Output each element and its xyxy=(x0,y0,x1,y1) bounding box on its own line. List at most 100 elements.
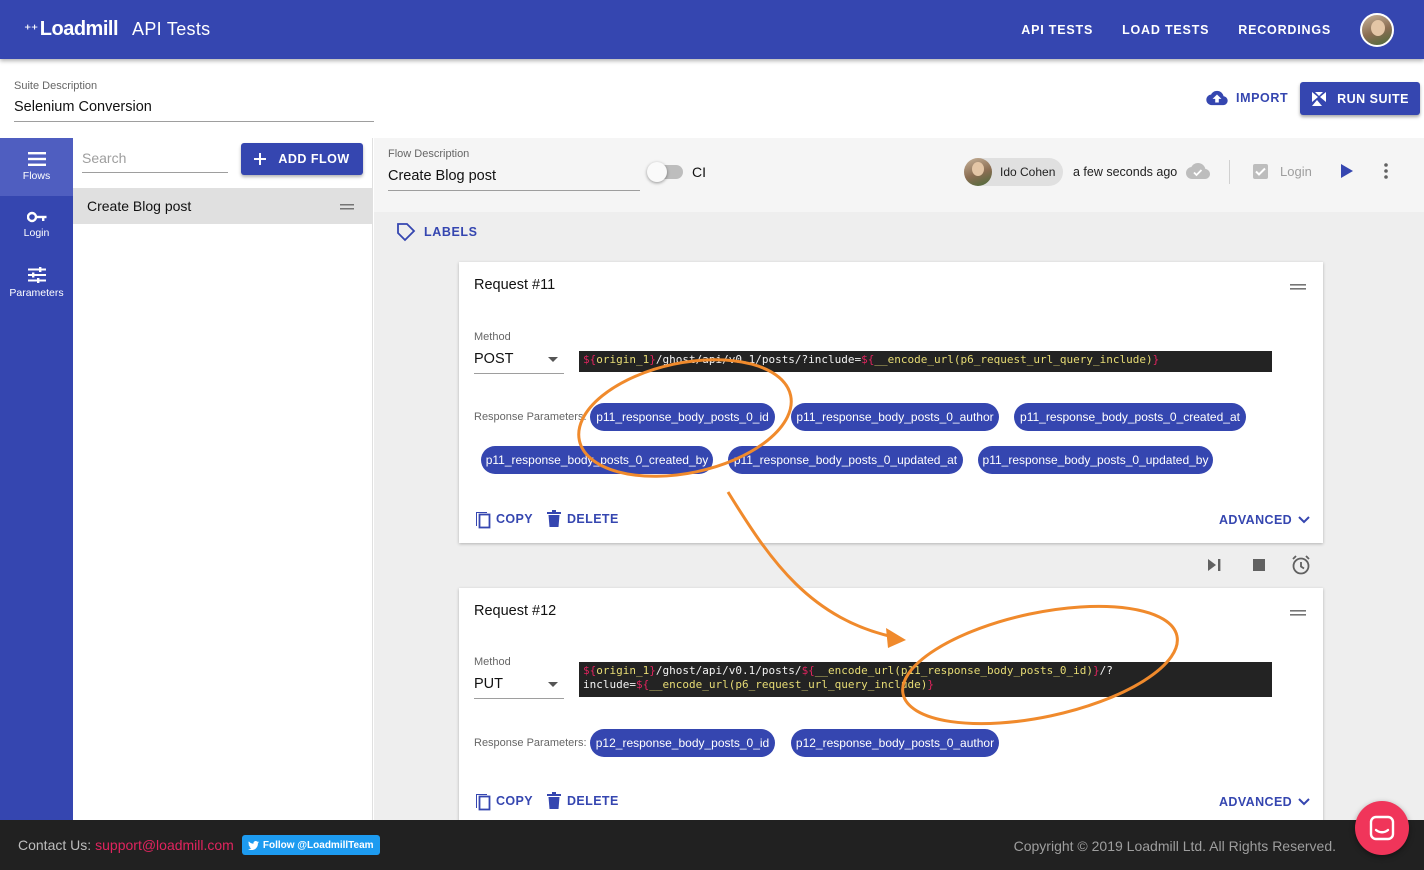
import-button[interactable]: IMPORT xyxy=(1206,86,1288,110)
advanced-toggle[interactable]: ADVANCED xyxy=(1219,795,1314,809)
drag-handle-icon[interactable] xyxy=(340,204,354,210)
drag-handle-icon[interactable] xyxy=(1290,284,1306,290)
flow-list-item[interactable]: Create Blog post xyxy=(73,188,372,224)
twitter-follow-button[interactable]: Follow @LoadmillTeam xyxy=(241,835,380,855)
rail-item-login[interactable]: Login xyxy=(0,196,73,254)
request-title[interactable]: Request #11 xyxy=(474,277,555,293)
response-parameter-chip[interactable]: p11_response_body_posts_0_created_by xyxy=(481,446,713,474)
logo-mark-icon: ⁺⁺ xyxy=(24,21,38,37)
plus-icon xyxy=(254,153,267,165)
user-name: Ido Cohen xyxy=(1000,165,1056,179)
request-title[interactable]: Request #12 xyxy=(474,603,556,619)
label-tag-icon xyxy=(397,223,416,242)
delete-button[interactable]: DELETE xyxy=(547,792,619,809)
chat-icon xyxy=(1369,815,1395,841)
chevron-down-icon xyxy=(1298,516,1310,524)
response-parameter-chip[interactable]: p12_response_body_posts_0_id xyxy=(590,729,775,757)
response-parameter-chip[interactable]: p11_response_body_posts_0_id xyxy=(590,403,775,431)
response-parameter-chip[interactable]: p11_response_body_posts_0_author xyxy=(791,403,999,431)
support-email-link[interactable]: support@loadmill.com xyxy=(95,837,234,853)
run-suite-icon xyxy=(1312,91,1327,106)
suite-description-input[interactable]: Selenium Conversion xyxy=(14,99,374,122)
user-chip-avatar xyxy=(964,158,992,186)
url-token: /ghost/api/v0.1/posts/ xyxy=(655,664,802,677)
main-panel: Flow Description Create Blog post CI Ido… xyxy=(374,138,1424,820)
response-parameter-chip[interactable]: p12_response_body_posts_0_author xyxy=(791,729,999,757)
url-input[interactable]: ${origin_1}/ghost/api/v0.1/posts/?includ… xyxy=(579,351,1272,372)
check-icon xyxy=(1255,167,1266,176)
step-over-icon[interactable] xyxy=(1208,559,1222,571)
response-parameters-label: Response Parameters: xyxy=(474,737,587,749)
alarm-icon[interactable] xyxy=(1291,555,1311,575)
method-select[interactable]: POST xyxy=(474,351,564,374)
rail-item-flows[interactable]: Flows xyxy=(0,138,73,196)
play-icon[interactable] xyxy=(1341,164,1353,178)
login-label: Login xyxy=(1280,164,1312,179)
url-token: ${ xyxy=(861,353,875,366)
labels-button[interactable]: LABELS xyxy=(374,212,1424,252)
loadmill-logo[interactable]: ⁺⁺ Loadmill xyxy=(24,18,119,41)
flows-panel: Search ADD FLOW Create Blog post xyxy=(73,138,373,820)
url-token: __encode_url(p6_request_url_query_includ… xyxy=(649,678,928,691)
url-token: ${ xyxy=(583,664,597,677)
trash-icon xyxy=(547,510,561,527)
tune-icon xyxy=(27,267,46,283)
login-checkbox[interactable] xyxy=(1253,164,1268,179)
nav-recordings[interactable]: RECORDINGS xyxy=(1238,23,1331,37)
flow-description-label: Flow Description xyxy=(388,148,470,160)
url-token: } xyxy=(1092,664,1100,677)
chevron-down-icon xyxy=(548,357,558,362)
copy-icon xyxy=(476,794,491,811)
app-title: API Tests xyxy=(132,19,211,39)
url-token: ${ xyxy=(635,678,650,691)
search-input[interactable]: Search xyxy=(82,150,228,173)
response-parameter-chip[interactable]: p11_response_body_posts_0_updated_at xyxy=(728,446,963,474)
url-token: origin_1 xyxy=(596,664,650,677)
url-token: ${ xyxy=(801,664,815,677)
ci-toggle[interactable] xyxy=(647,162,683,182)
key-icon xyxy=(26,211,46,223)
delete-button[interactable]: DELETE xyxy=(547,510,619,527)
drag-handle-icon[interactable] xyxy=(1290,610,1306,616)
nav-api-tests[interactable]: API TESTS xyxy=(1021,23,1093,37)
request-card: Request #12 Method PUT ${origin_1}/ghost… xyxy=(459,588,1323,820)
flow-description-input[interactable]: Create Blog post xyxy=(388,168,640,191)
url-token: __encode_url(p11_response_body_posts_0_i… xyxy=(814,664,1093,677)
copy-icon xyxy=(476,512,491,529)
copyright: Copyright © 2019 Loadmill Ltd. All Right… xyxy=(1013,838,1336,854)
more-vert-icon[interactable] xyxy=(1384,163,1388,179)
twitter-bird-icon xyxy=(247,840,259,850)
cloud-done-icon xyxy=(1186,163,1210,179)
run-suite-button[interactable]: RUN SUITE xyxy=(1300,82,1420,115)
method-select[interactable]: PUT xyxy=(474,676,564,699)
left-rail: Flows Login Parameters xyxy=(0,138,73,820)
nav-load-tests[interactable]: LOAD TESTS xyxy=(1122,23,1209,37)
chevron-down-icon xyxy=(548,682,558,687)
rail-item-parameters[interactable]: Parameters xyxy=(0,254,73,312)
list-icon xyxy=(27,152,46,166)
trash-icon xyxy=(547,792,561,809)
cloud-upload-icon xyxy=(1206,90,1228,106)
flow-header: Flow Description Create Blog post CI Ido… xyxy=(374,138,1424,212)
flow-name: Create Blog post xyxy=(87,198,192,214)
method-label: Method xyxy=(474,656,511,668)
user-chip: Ido Cohen xyxy=(964,158,1063,186)
advanced-toggle[interactable]: ADVANCED xyxy=(1219,513,1314,527)
add-flow-button[interactable]: ADD FLOW xyxy=(241,143,363,175)
stop-icon[interactable] xyxy=(1253,559,1265,571)
url-token: } xyxy=(649,664,656,677)
url-token: origin_1 xyxy=(596,353,650,366)
chat-launcher-button[interactable] xyxy=(1355,801,1409,855)
url-token: __encode_url(p6_request_url_query_includ… xyxy=(874,353,1153,366)
url-token: } xyxy=(927,678,935,691)
footer: Contact Us: support@loadmill.com Follow @… xyxy=(0,820,1424,870)
response-parameter-chip[interactable]: p11_response_body_posts_0_updated_by xyxy=(978,446,1213,474)
response-parameter-chip[interactable]: p11_response_body_posts_0_created_at xyxy=(1014,403,1246,431)
user-avatar[interactable] xyxy=(1360,12,1394,47)
copy-button[interactable]: COPY xyxy=(474,791,533,811)
url-token: ${ xyxy=(583,353,597,366)
url-input[interactable]: ${origin_1}/ghost/api/v0.1/posts/${__enc… xyxy=(579,662,1272,697)
copy-button[interactable]: COPY xyxy=(474,509,533,529)
url-token: /ghost/api/v0.1/posts/?include= xyxy=(655,353,862,366)
request-card: Request #11 Method POST ${origin_1}/ghos… xyxy=(459,262,1323,543)
